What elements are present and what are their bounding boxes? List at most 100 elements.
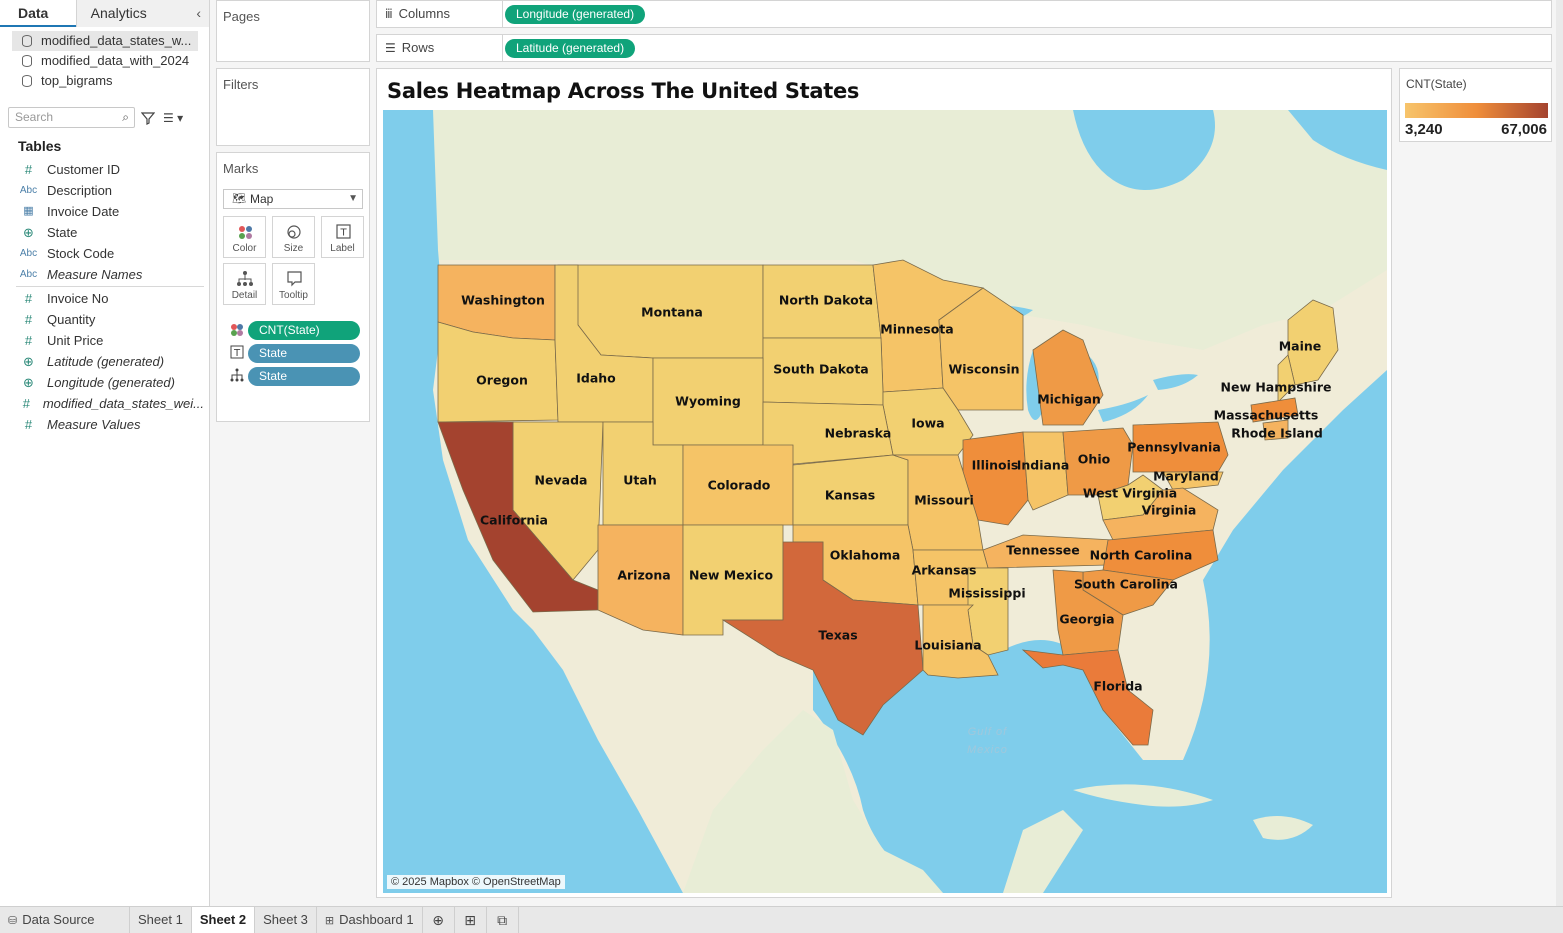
state-label-montana: Montana: [641, 304, 703, 320]
legend-min: 3,240: [1405, 121, 1443, 138]
state-label-west-virginia: West Virginia: [1082, 485, 1178, 501]
state-label-illinois: Illinois: [971, 457, 1019, 473]
data-source-item[interactable]: modified_data_states_w...: [12, 31, 198, 51]
rows-label: ☰ Rows: [377, 35, 503, 61]
size-button[interactable]: Size: [272, 216, 315, 258]
database-icon: [22, 75, 32, 87]
field-item[interactable]: # Customer ID: [16, 159, 204, 180]
tab-data[interactable]: Data: [0, 0, 76, 27]
filters-shelf[interactable]: Filters: [216, 68, 370, 146]
field-item[interactable]: # Unit Price: [16, 330, 204, 351]
field-item[interactable]: ⊕ State: [16, 222, 204, 243]
new-story-icon: ⧉: [497, 912, 508, 928]
field-item[interactable]: Abc Stock Code: [16, 243, 204, 264]
state-label-new-mexico: New Mexico: [688, 567, 774, 583]
columns-pill[interactable]: Longitude (generated): [505, 5, 646, 24]
state-label-oklahoma: Oklahoma: [829, 547, 901, 563]
marks-title: Marks: [223, 161, 259, 176]
rows-pill[interactable]: Latitude (generated): [505, 39, 636, 58]
label-pill-state[interactable]: State: [248, 344, 360, 363]
field-item[interactable]: # Quantity: [16, 309, 204, 330]
tab-analytics[interactable]: Analytics: [75, 0, 209, 27]
new-worksheet-button[interactable]: ⊕: [423, 907, 455, 933]
state-label-colorado: Colorado: [707, 477, 771, 493]
search-input[interactable]: Search ⌕: [8, 107, 135, 128]
state-shapes[interactable]: [383, 110, 1387, 893]
state-shape-florida[interactable]: [1021, 649, 1154, 746]
tab-sheet-2[interactable]: Sheet 2: [191, 907, 256, 933]
color-button[interactable]: Color: [223, 216, 266, 258]
detail-icon: [229, 368, 245, 385]
columns-label: ⅲ Columns: [377, 1, 503, 27]
field-item[interactable]: ⊕ Latitude (generated): [16, 351, 204, 372]
state-label-wisconsin: Wisconsin: [948, 361, 1020, 377]
data-source-item[interactable]: top_bigrams: [12, 71, 198, 91]
svg-text:T: T: [233, 348, 241, 359]
filters-title: Filters: [223, 77, 259, 92]
detail-button[interactable]: Detail: [223, 263, 266, 305]
map-credit[interactable]: © 2025 Mapbox © OpenStreetMap: [387, 875, 565, 889]
state-label-iowa: Iowa: [911, 415, 945, 431]
detail-pill-state[interactable]: State: [248, 367, 360, 386]
field-item[interactable]: ▦ Invoice Date: [16, 201, 204, 222]
state-label-louisiana: Louisiana: [914, 637, 982, 653]
label-button[interactable]: T Label: [321, 216, 364, 258]
state-label-mississippi: Mississippi: [948, 585, 1026, 601]
state-shape-michigan[interactable]: [1032, 329, 1104, 426]
columns-shelf[interactable]: ⅲ Columns Longitude (generated): [376, 0, 1552, 28]
marks-card: Marks 🗺 Map ▼ Color Size T Label Detail …: [216, 152, 370, 422]
state-label-kansas: Kansas: [824, 487, 876, 503]
viz-area: Sales Heatmap Across The United States G…: [376, 68, 1392, 898]
sheet-tabs-bar: ⛁ Data Source Sheet 1 Sheet 2 Sheet 3 ⊞ Da…: [0, 906, 1563, 933]
field-item[interactable]: ⊕ Longitude (generated): [16, 372, 204, 393]
database-icon: [22, 35, 32, 47]
field-list: # Customer ID Abc Description ▦ Invoice Dat…: [16, 159, 204, 435]
chevron-left-icon[interactable]: ‹: [196, 5, 201, 21]
number-icon: #: [24, 291, 33, 306]
field-item[interactable]: # Invoice No: [16, 288, 204, 309]
string-icon: Abc: [19, 248, 38, 259]
mark-type-dropdown[interactable]: 🗺 Map ▼: [223, 189, 363, 209]
filter-icon[interactable]: [141, 111, 155, 125]
state-label-maryland: Maryland: [1153, 468, 1219, 484]
pages-title: Pages: [223, 9, 260, 24]
state-label-pennsylvania: Pennsylvania: [1127, 439, 1221, 455]
tab-sheet-1[interactable]: Sheet 1: [130, 907, 192, 933]
state-label-rhode-island: Rhode Island: [1231, 425, 1323, 441]
state-label-new-hampshire: New Hampshire: [1220, 379, 1332, 395]
legend-gradient: [1405, 103, 1548, 118]
tooltip-icon: [287, 271, 302, 287]
field-item[interactable]: Abc Measure Names: [16, 264, 204, 285]
state-label-michigan: Michigan: [1037, 391, 1101, 407]
tab-sheet-3[interactable]: Sheet 3: [255, 907, 317, 933]
state-label-idaho: Idaho: [576, 370, 616, 386]
field-item[interactable]: Abc Description: [16, 180, 204, 201]
state-label-north-dakota: North Dakota: [778, 292, 874, 308]
vertical-scrollbar[interactable]: [1556, 0, 1563, 906]
color-icon: [229, 323, 245, 340]
field-item[interactable]: # Measure Values: [16, 414, 204, 435]
tableau-window: Data Analytics ‹ modified_data_states_w.…: [0, 0, 1563, 933]
rows-shelf[interactable]: ☰ Rows Latitude (generated): [376, 34, 1552, 62]
view-options-icon[interactable]: ☰ ▾: [163, 111, 183, 125]
columns-icon: ⅲ: [385, 7, 393, 21]
text-icon: T: [229, 345, 245, 362]
color-legend[interactable]: CNT(State) 3,240 67,006: [1399, 68, 1552, 142]
state-label-north-carolina: North Carolina: [1089, 547, 1193, 563]
color-pill-cnt-state[interactable]: CNT(State): [248, 321, 360, 340]
map-view[interactable]: Gulf of Mexico Washington Montana North Dak…: [383, 110, 1387, 893]
tab-data-source[interactable]: ⛁ Data Source: [0, 907, 130, 933]
string-icon: Abc: [19, 269, 38, 280]
number-icon: #: [24, 162, 33, 177]
tooltip-button[interactable]: Tooltip: [272, 263, 315, 305]
svg-text:T: T: [339, 228, 347, 239]
state-label-florida: Florida: [1093, 678, 1143, 694]
new-dashboard-button[interactable]: ⊞: [455, 907, 487, 933]
state-label-washington: Washington: [461, 292, 545, 308]
tab-dashboard-1[interactable]: ⊞ Dashboard 1: [317, 907, 423, 933]
map-icon: 🗺: [232, 193, 246, 205]
field-item[interactable]: # modified_data_states_wei...: [16, 393, 204, 414]
data-source-item[interactable]: modified_data_with_2024: [12, 51, 198, 71]
new-story-button[interactable]: ⧉: [487, 907, 519, 933]
pages-shelf[interactable]: Pages: [216, 0, 370, 62]
